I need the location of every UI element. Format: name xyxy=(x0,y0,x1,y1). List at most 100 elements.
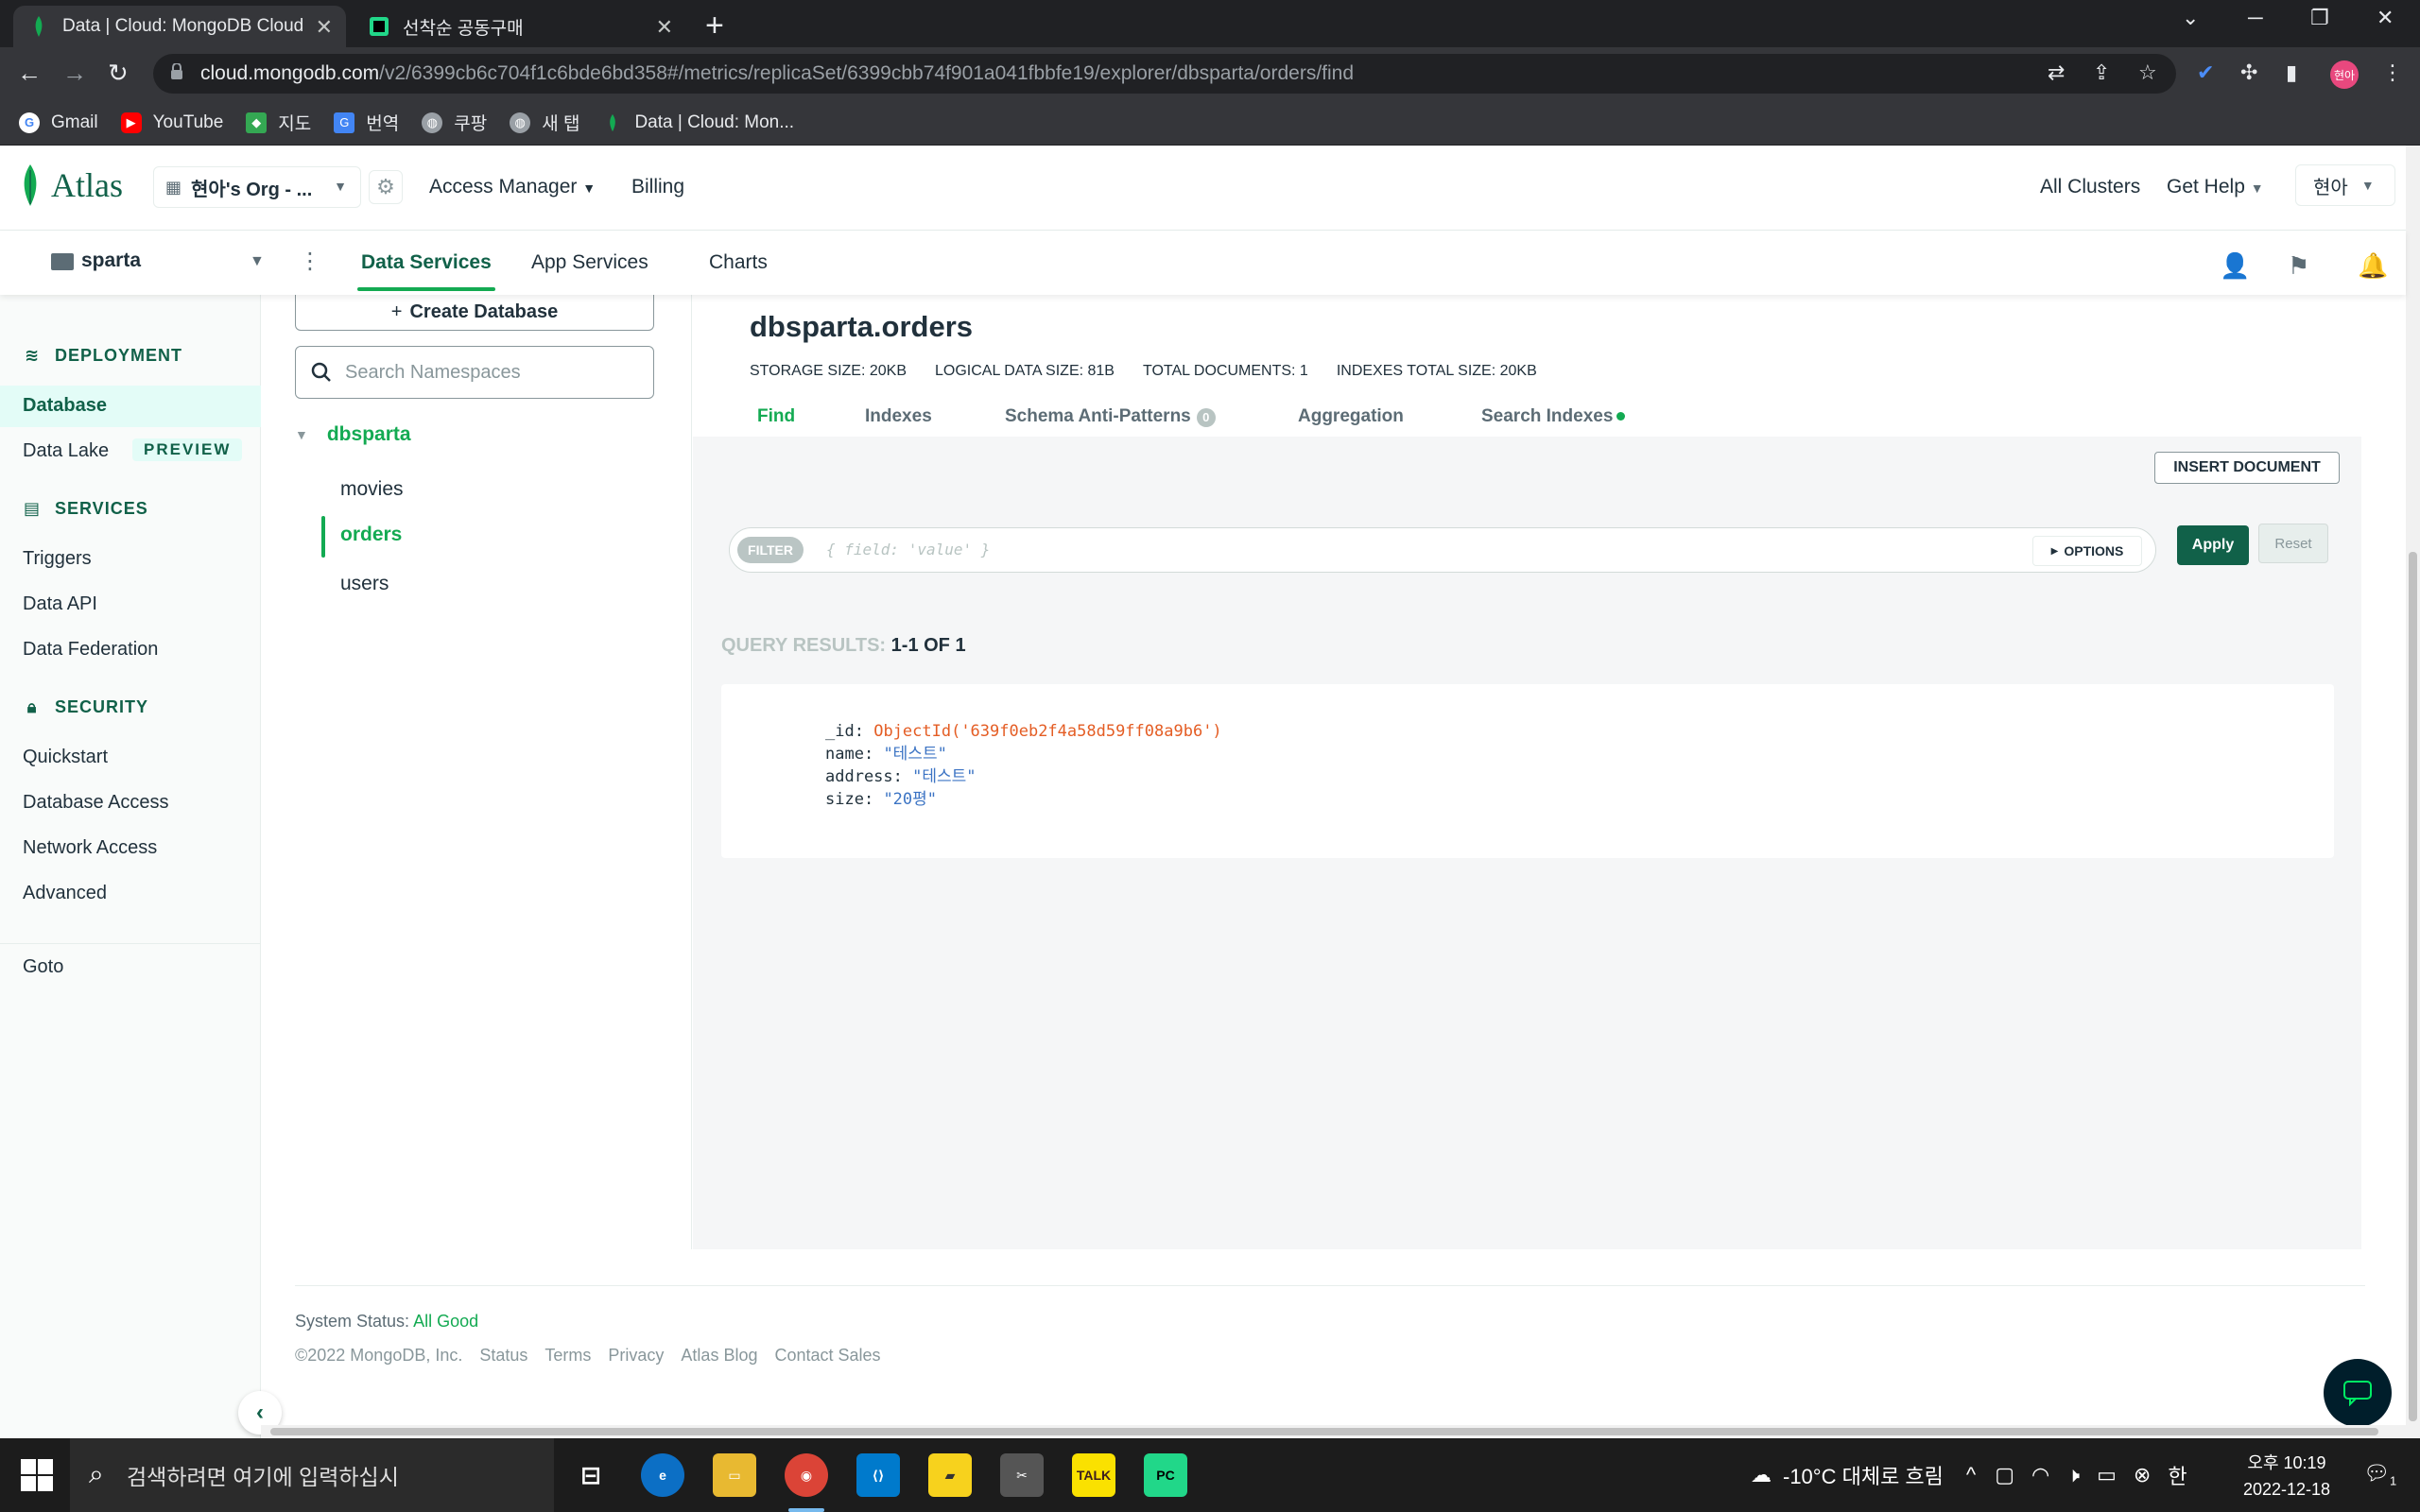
apply-button[interactable]: Apply xyxy=(2177,525,2249,565)
project-select[interactable]: sparta xyxy=(81,249,141,272)
document-card[interactable]: _id: ObjectId('639f0eb2f4a58d59ff08a9b6'… xyxy=(721,684,2334,858)
kakaotalk-icon[interactable]: TALK xyxy=(1072,1453,1115,1497)
tab-search-indexes[interactable]: Search Indexes xyxy=(1481,406,1626,427)
tab-aggregation[interactable]: Aggregation xyxy=(1298,406,1404,427)
bookmark-maps[interactable]: ◆ 지도 xyxy=(246,110,311,135)
sidebar-item-advanced[interactable]: Advanced xyxy=(23,883,107,904)
horizontal-scrollbar[interactable] xyxy=(261,1425,2406,1438)
notification-center-icon[interactable]: 💬︎1 xyxy=(2363,1461,2396,1487)
scroll-thumb[interactable] xyxy=(270,1428,2378,1435)
collection-item-movies[interactable]: movies xyxy=(340,478,404,501)
bookmark-translate[interactable]: G 번역 xyxy=(334,110,399,135)
access-manager-link[interactable]: Access Manager ▼ xyxy=(429,176,596,198)
windows-start-icon[interactable] xyxy=(21,1459,53,1491)
bookmark-gmail[interactable]: G Gmail xyxy=(19,112,98,133)
tab-data-services[interactable]: Data Services xyxy=(361,251,492,274)
activity-icon[interactable]: ⚑ xyxy=(2288,251,2309,281)
billing-link[interactable]: Billing xyxy=(631,176,684,198)
close-icon[interactable]: ✕ xyxy=(316,15,333,40)
collection-item-orders[interactable]: orders xyxy=(340,524,402,546)
database-item-dbsparta[interactable]: ▼ dbsparta xyxy=(295,423,411,446)
sticky-notes-icon[interactable]: ▰ xyxy=(928,1453,972,1497)
org-select[interactable]: ▦ 현아's Org - ... ▼ xyxy=(153,166,361,208)
footer-link-terms[interactable]: Terms xyxy=(544,1346,591,1366)
weather-text[interactable]: -10°C 대체로 흐림 xyxy=(1783,1460,1944,1490)
edge-icon[interactable]: e xyxy=(641,1453,684,1497)
bookmark-mongodb[interactable]: Data | Cloud: Mon... xyxy=(602,112,794,133)
translate-icon[interactable]: ⇄ xyxy=(2048,60,2065,85)
bell-icon[interactable]: 🔔 xyxy=(2358,251,2388,281)
tray-chevron-up-icon[interactable]: ^ xyxy=(1966,1463,1976,1487)
sidebar-item-triggers[interactable]: Triggers xyxy=(23,548,92,570)
wifi-icon[interactable]: ◠ xyxy=(2031,1463,2049,1487)
chat-support-button[interactable] xyxy=(2324,1359,2392,1427)
tab-search-icon[interactable]: ⌄ xyxy=(2182,6,2199,30)
close-icon[interactable]: ✕ xyxy=(656,15,673,40)
bookmark-youtube[interactable]: ▶ YouTube xyxy=(120,112,223,133)
new-tab-button[interactable]: + xyxy=(705,8,724,44)
collection-item-users[interactable]: users xyxy=(340,573,389,595)
task-view-icon[interactable]: ⊟ xyxy=(569,1453,613,1497)
forward-icon[interactable]: → xyxy=(62,59,87,88)
tab-charts[interactable]: Charts xyxy=(709,251,768,274)
snipping-tool-icon[interactable]: ✂ xyxy=(1000,1453,1044,1497)
caret-down-icon[interactable]: ▼ xyxy=(250,253,265,270)
bookmark-coupang[interactable]: ◍ 쿠팡 xyxy=(422,110,487,135)
tab-indexes[interactable]: Indexes xyxy=(865,406,932,427)
tab-find[interactable]: Find xyxy=(757,406,795,427)
options-button[interactable]: ▶ OPTIONS xyxy=(2032,536,2142,566)
ime-indicator[interactable]: 한 xyxy=(2168,1460,2187,1490)
file-explorer-icon[interactable]: ▭ xyxy=(713,1453,756,1497)
kebab-icon[interactable]: ⋮ xyxy=(299,248,321,275)
taskbar-search-input[interactable]: ⌕ 검색하려면 여기에 입력하십시 xyxy=(70,1438,554,1512)
scroll-thumb[interactable] xyxy=(2409,552,2417,1421)
menu-kebab-icon[interactable]: ⋮ xyxy=(2382,60,2403,85)
share-icon[interactable]: ⇪ xyxy=(2093,60,2110,85)
tab-schema-anti-patterns[interactable]: Schema Anti-Patterns 0 xyxy=(1005,406,1216,427)
extensions-puzzle-icon[interactable]: ✣ xyxy=(2240,60,2257,85)
bookmark-new-tab[interactable]: ◍ 새 탭 xyxy=(510,110,579,135)
get-help-link[interactable]: Get Help ▼ xyxy=(2167,176,2264,198)
bookmark-star-icon[interactable]: ☆ xyxy=(2138,60,2157,85)
invite-user-icon[interactable]: 👤 xyxy=(2220,251,2250,281)
reset-button[interactable]: Reset xyxy=(2258,524,2328,563)
sidebar-item-goto[interactable]: Goto xyxy=(23,956,63,978)
side-panel-icon[interactable]: ▮ xyxy=(2286,60,2297,85)
vscode-icon[interactable]: ⟨⟩ xyxy=(856,1453,900,1497)
pycharm-icon[interactable]: PC xyxy=(1144,1453,1187,1497)
footer-link-atlas-blog[interactable]: Atlas Blog xyxy=(681,1346,757,1366)
sidebar-item-quickstart[interactable]: Quickstart xyxy=(23,747,108,768)
create-database-button[interactable]: + Create Database xyxy=(295,295,654,331)
back-icon[interactable]: ← xyxy=(17,59,42,88)
user-menu-button[interactable]: 현아 ▼ xyxy=(2295,164,2395,206)
restore-icon[interactable]: ❐ xyxy=(2310,6,2329,30)
all-clusters-link[interactable]: All Clusters xyxy=(2040,176,2140,198)
chrome-icon[interactable]: ◉ xyxy=(785,1453,828,1497)
system-status-link[interactable]: All Good xyxy=(413,1312,478,1331)
browser-tab-mongodb[interactable]: Data | Cloud: MongoDB Cloud ✕ xyxy=(13,6,346,47)
window-close-icon[interactable]: ✕ xyxy=(2377,6,2394,30)
reload-icon[interactable]: ↻ xyxy=(108,59,129,88)
tray-device-icon[interactable]: ▢ xyxy=(1995,1463,2014,1487)
address-bar[interactable]: cloud.mongodb.com/v2/6399cb6c704f1c6bde6… xyxy=(153,54,2176,94)
vertical-scrollbar[interactable] xyxy=(2406,146,2420,1438)
clock[interactable]: 오후 10:19 2022-12-18 xyxy=(2235,1450,2339,1503)
volume-icon[interactable]: 🕨 xyxy=(2066,1463,2080,1487)
tab-app-services[interactable]: App Services xyxy=(531,251,648,274)
extension-check-icon[interactable]: ✔ xyxy=(2197,60,2214,85)
minimize-icon[interactable]: ─ xyxy=(2248,6,2263,30)
sidebar-item-network-access[interactable]: Network Access xyxy=(23,837,157,859)
footer-link-privacy[interactable]: Privacy xyxy=(608,1346,664,1366)
sidebar-item-data-api[interactable]: Data API xyxy=(23,593,97,615)
sidebar-item-database[interactable]: Database xyxy=(0,386,261,427)
browser-tab-pycharm[interactable]: 선착순 공동구매 ✕ xyxy=(354,6,686,47)
search-namespaces-input[interactable]: Search Namespaces xyxy=(295,346,654,399)
filter-input[interactable]: { field: 'value' } xyxy=(826,541,990,558)
atlas-logo[interactable]: Atlas xyxy=(21,164,123,206)
footer-link-status[interactable]: Status xyxy=(479,1346,527,1366)
footer-link-contact-sales[interactable]: Contact Sales xyxy=(774,1346,880,1366)
profile-avatar[interactable]: 현아 xyxy=(2330,60,2359,89)
sidebar-item-data-lake[interactable]: Data Lake xyxy=(23,440,109,462)
battery-icon[interactable]: ▭ xyxy=(2097,1463,2117,1487)
sidebar-item-database-access[interactable]: Database Access xyxy=(23,792,169,814)
